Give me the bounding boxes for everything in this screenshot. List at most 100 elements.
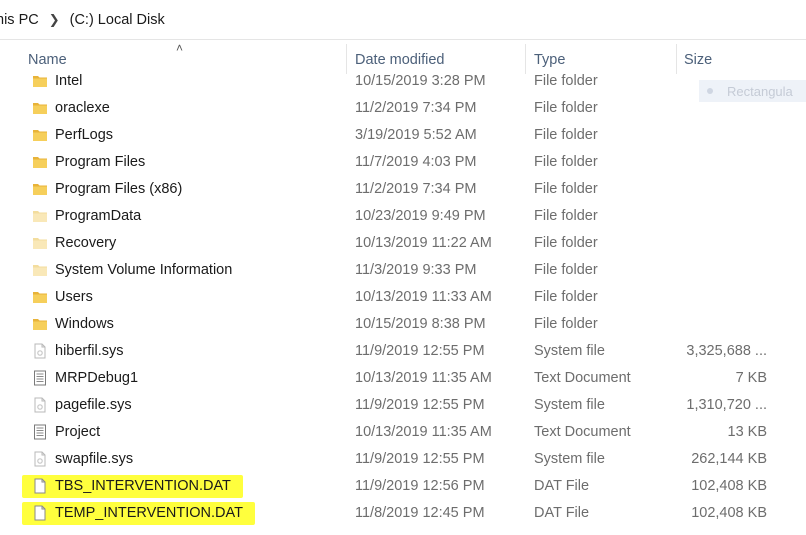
file-row[interactable]: PerfLogs 3/19/2019 5:52 AM File folder: [0, 122, 806, 149]
file-date-modified: 11/2/2019 7:34 PM: [355, 181, 477, 197]
breadcrumb-local-disk[interactable]: (C:) Local Disk: [70, 12, 165, 28]
system-file-icon: [32, 343, 48, 359]
folder-hidden-icon: [32, 208, 48, 224]
file-row[interactable]: pagefile.sys 11/9/2019 12:55 PM System fil…: [0, 392, 806, 419]
file-size: 13 KB: [727, 424, 768, 440]
file-row[interactable]: hiberfil.sys 11/9/2019 12:55 PM System fil…: [0, 338, 806, 365]
file-type: File folder: [534, 208, 598, 224]
file-name: TBS_INTERVENTION.DAT: [55, 478, 231, 494]
file-type: File folder: [534, 154, 598, 170]
file-date-modified: 11/8/2019 12:45 PM: [355, 505, 485, 521]
file-size: 102,408 KB: [691, 505, 767, 521]
column-header-size[interactable]: Size: [684, 52, 712, 68]
text-file-icon: [32, 370, 48, 386]
text-file-icon: [32, 424, 48, 440]
file-date-modified: 3/19/2019 5:52 AM: [355, 127, 477, 143]
file-date-modified: 10/13/2019 11:35 AM: [355, 424, 492, 440]
file-row[interactable]: Users 10/13/2019 11:33 AM File folder: [0, 284, 806, 311]
file-name: hiberfil.sys: [55, 343, 124, 359]
file-row[interactable]: Project 10/13/2019 11:35 AM Text Document 1…: [0, 419, 806, 446]
column-header-date-modified[interactable]: Date modified: [355, 52, 444, 68]
blank-file-icon: [32, 478, 48, 494]
folder-icon: [32, 100, 48, 116]
folder-icon: [32, 154, 48, 170]
file-date-modified: 10/13/2019 11:33 AM: [355, 289, 492, 305]
file-type: System file: [534, 451, 605, 467]
file-date-modified: 11/9/2019 12:56 PM: [355, 478, 485, 494]
file-date-modified: 11/2/2019 7:34 PM: [355, 100, 477, 116]
file-row[interactable]: Recovery 10/13/2019 11:22 AM File folder: [0, 230, 806, 257]
system-file-icon: [32, 451, 48, 467]
file-type: Text Document: [534, 424, 631, 440]
folder-icon: [32, 289, 48, 305]
file-date-modified: 11/3/2019 9:33 PM: [355, 262, 477, 278]
file-date-modified: 11/9/2019 12:55 PM: [355, 343, 485, 359]
file-type: File folder: [534, 289, 598, 305]
file-type: System file: [534, 343, 605, 359]
file-date-modified: 11/9/2019 12:55 PM: [355, 451, 485, 467]
folder-icon: [32, 127, 48, 143]
file-size: 262,144 KB: [691, 451, 767, 467]
file-name: Recovery: [55, 235, 117, 251]
file-row[interactable]: MRPDebug1 10/13/2019 11:35 AM Text Documen…: [0, 365, 806, 392]
file-row[interactable]: oraclexe 11/2/2019 7:34 PM File folder: [0, 95, 806, 122]
folder-hidden-icon: [32, 262, 48, 278]
file-type: DAT File: [534, 505, 590, 521]
file-row[interactable]: Program Files (x86) 11/2/2019 7:34 PM File…: [0, 176, 806, 203]
file-name: PerfLogs: [55, 127, 114, 143]
file-name: Intel: [55, 73, 83, 89]
file-row[interactable]: System Volume Information 11/3/2019 9:33 …: [0, 257, 806, 284]
file-date-modified: 10/15/2019 8:38 PM: [355, 316, 486, 332]
file-name: Users: [55, 289, 93, 305]
folder-icon: [32, 316, 48, 332]
file-name: Program Files (x86): [55, 181, 183, 197]
breadcrumb-this-pc[interactable]: his PC: [0, 12, 39, 28]
file-name: Windows: [55, 316, 114, 332]
column-header-type[interactable]: Type: [534, 52, 565, 68]
file-name: Project: [55, 424, 101, 440]
file-row[interactable]: TEMP_INTERVENTION.DAT 11/8/2019 12:45 PM D…: [0, 500, 806, 527]
file-date-modified: 10/13/2019 11:22 AM: [355, 235, 492, 251]
file-name: MRPDebug1: [55, 370, 139, 386]
file-type: File folder: [534, 181, 598, 197]
file-name: ProgramData: [55, 208, 142, 224]
file-row[interactable]: Program Files 11/7/2019 4:03 PM File folde…: [0, 149, 806, 176]
file-name: oraclexe: [55, 100, 110, 116]
folder-icon: [32, 181, 48, 197]
file-type: File folder: [534, 235, 598, 251]
file-row[interactable]: ProgramData 10/23/2019 9:49 PM File folder: [0, 203, 806, 230]
sort-ascending-icon: ˄: [176, 41, 184, 55]
file-type: File folder: [534, 316, 598, 332]
file-date-modified: 10/13/2019 11:35 AM: [355, 370, 492, 386]
file-list: Intel 10/15/2019 3:28 PM File folder oracle…: [0, 68, 806, 527]
file-row[interactable]: Windows 10/15/2019 8:38 PM File folder: [0, 311, 806, 338]
file-type: File folder: [534, 262, 598, 278]
file-date-modified: 10/23/2019 9:49 PM: [355, 208, 486, 224]
file-type: System file: [534, 397, 605, 413]
file-name: System Volume Information: [55, 262, 233, 278]
file-size: 102,408 KB: [691, 478, 767, 494]
file-date-modified: 10/15/2019 3:28 PM: [355, 73, 486, 89]
file-row[interactable]: swapfile.sys 11/9/2019 12:55 PM System fil…: [0, 446, 806, 473]
file-row[interactable]: TBS_INTERVENTION.DAT 11/9/2019 12:56 PM DA…: [0, 473, 806, 500]
folder-icon: [32, 73, 48, 89]
chevron-right-icon[interactable]: ❯: [49, 12, 60, 28]
file-size: 7 KB: [735, 370, 767, 386]
system-file-icon: [32, 397, 48, 413]
column-header-name[interactable]: Name: [28, 52, 67, 68]
file-name: swapfile.sys: [55, 451, 134, 467]
file-date-modified: 11/9/2019 12:55 PM: [355, 397, 485, 413]
file-name: TEMP_INTERVENTION.DAT: [55, 505, 243, 521]
file-row[interactable]: Intel 10/15/2019 3:28 PM File folder: [0, 68, 806, 95]
file-name: pagefile.sys: [55, 397, 132, 413]
folder-hidden-icon: [32, 235, 48, 251]
file-date-modified: 11/7/2019 4:03 PM: [355, 154, 477, 170]
file-type: File folder: [534, 73, 598, 89]
file-size: 1,310,720 ...: [686, 397, 767, 413]
file-type: File folder: [534, 127, 598, 143]
file-size: 3,325,688 ...: [686, 343, 767, 359]
blank-file-icon: [32, 505, 48, 521]
file-name: Program Files: [55, 154, 146, 170]
file-type: DAT File: [534, 478, 590, 494]
file-type: Text Document: [534, 370, 631, 386]
